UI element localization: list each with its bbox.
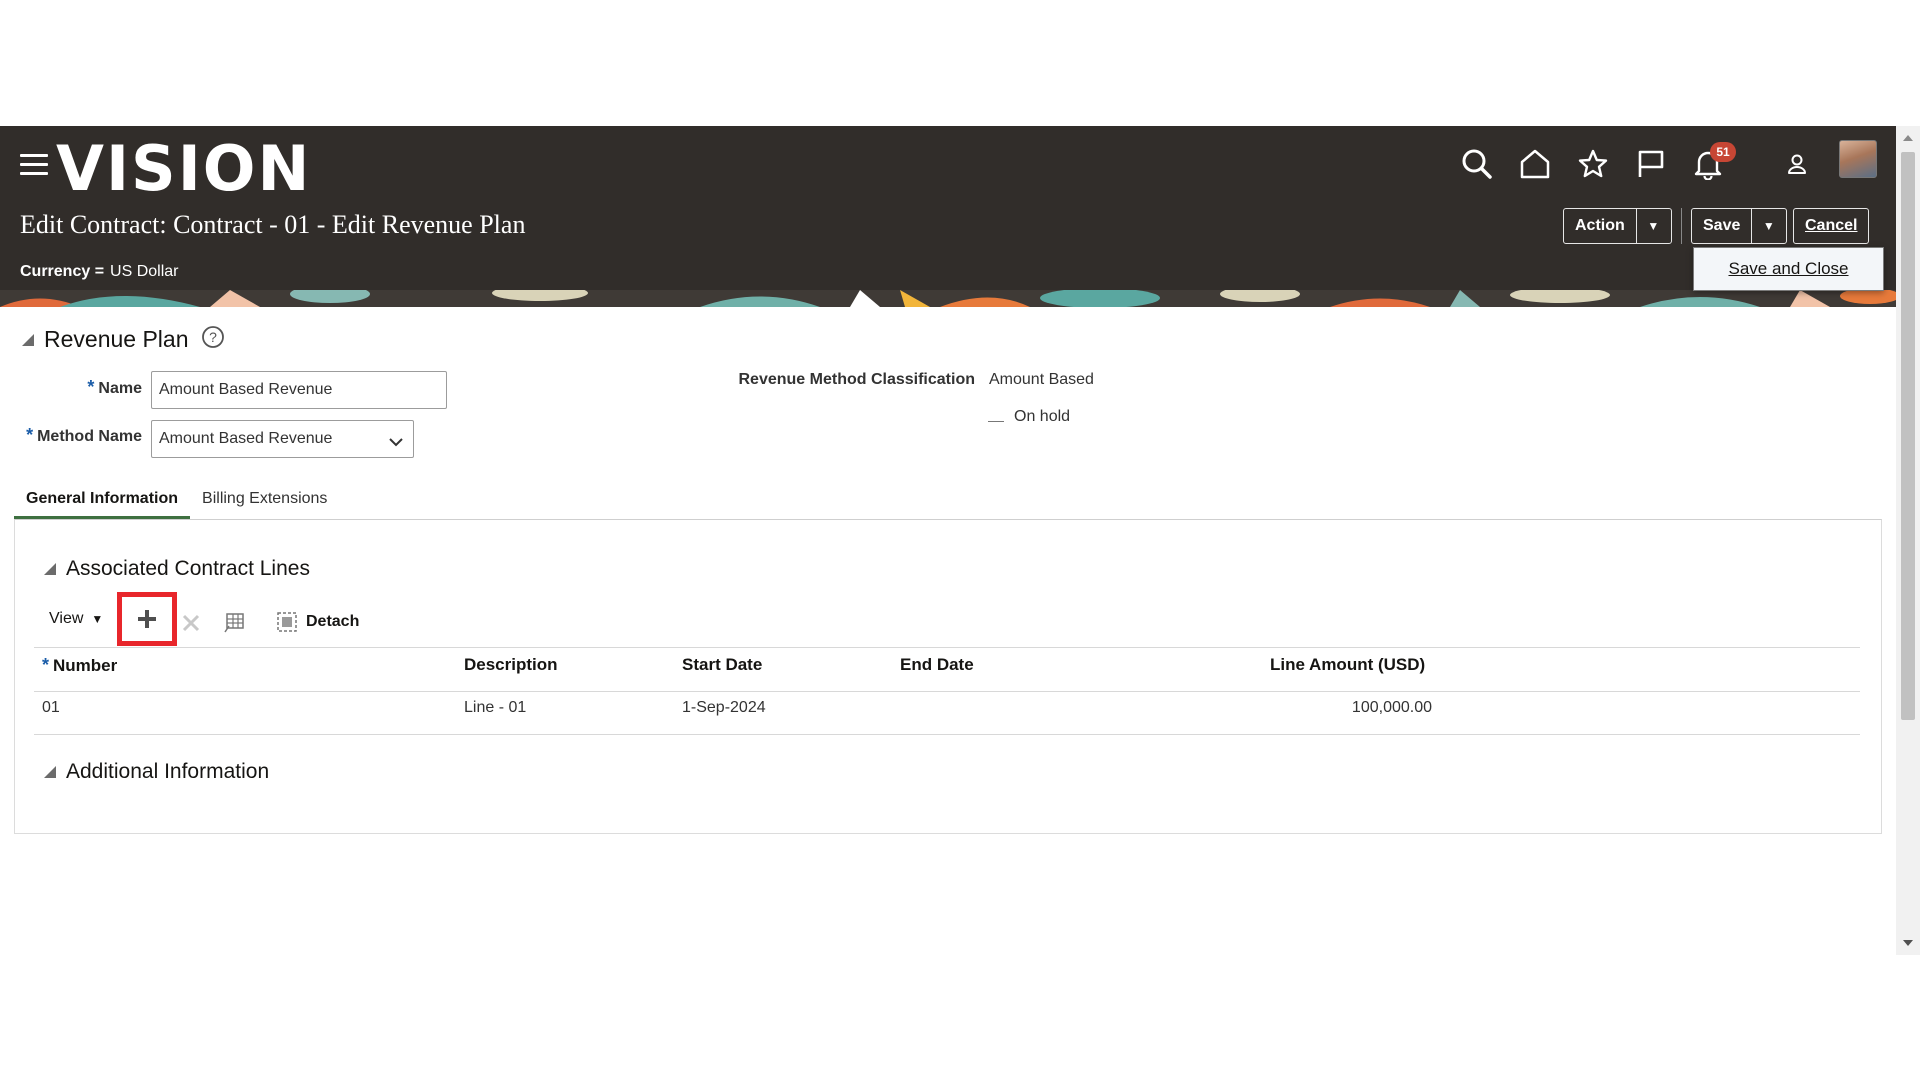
freeze-columns-button[interactable] (223, 612, 245, 634)
save-and-close-label: Save and Close (1728, 259, 1849, 278)
collapse-triangle-icon[interactable] (44, 766, 56, 778)
currency-value: US Dollar (110, 263, 179, 280)
plus-icon (138, 610, 156, 628)
help-icon[interactable]: ? (201, 325, 225, 354)
currency-info: Currency = US Dollar (20, 263, 179, 281)
classification-label: Revenue Method Classification (738, 371, 976, 388)
method-name-label: * Method Name (14, 425, 142, 446)
on-hold-label: On hold (1014, 408, 1071, 425)
empty-value-dash (988, 420, 1004, 422)
global-header: VISION 51 Edit Contract: Contract - 01 -… (0, 126, 1896, 307)
on-hold-field: On hold (988, 408, 1070, 426)
contract-lines-title: Associated Contract Lines (66, 557, 310, 580)
row-number-cell[interactable]: 01 (42, 699, 60, 717)
revenue-plan-title: Revenue Plan (44, 326, 189, 352)
contract-lines-header[interactable]: Associated Contract Lines (44, 557, 310, 581)
column-header-end-date[interactable]: End Date (900, 655, 974, 675)
close-icon (182, 614, 200, 632)
additional-info-title: Additional Information (66, 760, 270, 783)
revenue-plan-header[interactable]: Revenue Plan ? (22, 325, 225, 354)
method-name-label-text: Method Name (37, 428, 142, 445)
notification-count-badge: 51 (1710, 142, 1736, 162)
scrollbar-thumb[interactable] (1901, 152, 1915, 720)
column-header-number[interactable]: * Number (42, 655, 117, 676)
decorative-banner (0, 290, 1896, 307)
home-icon[interactable] (1515, 144, 1555, 184)
action-button-label: Action (1575, 217, 1625, 234)
name-label: * Name (60, 377, 142, 398)
row-description-cell[interactable]: Line - 01 (464, 699, 526, 717)
save-button[interactable]: Save ▼ (1691, 208, 1787, 244)
name-label-text: Name (98, 380, 142, 397)
method-name-value: Amount Based Revenue (159, 430, 333, 447)
detach-icon (277, 612, 297, 632)
additional-info-header[interactable]: Additional Information (44, 760, 269, 784)
view-menu-label: View (49, 610, 84, 627)
column-header-line-amount[interactable]: Line Amount (USD) (1270, 655, 1425, 675)
row-start-date-cell[interactable]: 1-Sep-2024 (682, 699, 766, 717)
add-row-button[interactable] (117, 592, 177, 646)
collapse-triangle-icon[interactable] (44, 563, 56, 575)
column-number-label: Number (53, 656, 118, 675)
app-window: VISION 51 Edit Contract: Contract - 01 -… (0, 126, 1896, 955)
action-dropdown-icon[interactable]: ▼ (1635, 209, 1670, 243)
method-name-select[interactable]: Amount Based Revenue (151, 420, 414, 458)
menu-icon[interactable] (20, 154, 48, 176)
required-asterisk: * (26, 425, 34, 445)
view-dropdown-icon: ▼ (91, 612, 104, 626)
column-header-description[interactable]: Description (464, 655, 558, 675)
scroll-down-icon[interactable] (1902, 939, 1914, 947)
page-scrollbar[interactable] (1896, 126, 1920, 955)
delete-row-button[interactable] (182, 614, 200, 632)
save-button-label: Save (1703, 217, 1741, 234)
tab-billing-extensions[interactable]: Billing Extensions (190, 480, 339, 520)
detach-button[interactable]: Detach (276, 611, 359, 633)
table-row-border (34, 734, 1860, 735)
cancel-button-label: Cancel (1805, 217, 1858, 234)
detach-label: Detach (306, 613, 360, 630)
required-asterisk: * (42, 655, 50, 675)
column-header-start-date[interactable]: Start Date (682, 655, 762, 675)
page-title: Edit Contract: Contract - 01 - Edit Reve… (20, 210, 526, 239)
vision-logo: VISION (56, 132, 312, 205)
currency-label: Currency = (20, 263, 105, 280)
table-header-border (34, 691, 1860, 692)
tab-bar: General Information Billing Extensions (14, 480, 339, 520)
favorites-star-icon[interactable] (1573, 144, 1613, 184)
chevron-down-icon[interactable] (389, 434, 403, 452)
scroll-up-icon[interactable] (1902, 134, 1914, 142)
svg-text:?: ? (209, 329, 217, 345)
freeze-grid-icon (224, 613, 244, 633)
name-input[interactable]: Amount Based Revenue (151, 371, 447, 409)
toolbar-divider (1681, 208, 1682, 244)
name-input-value: Amount Based Revenue (159, 381, 333, 398)
collapse-triangle-icon[interactable] (22, 333, 34, 346)
user-icon[interactable] (1777, 144, 1817, 184)
save-dropdown-icon[interactable]: ▼ (1751, 209, 1785, 243)
row-amount-cell[interactable]: 100,000.00 (1250, 699, 1432, 717)
flag-icon[interactable] (1631, 144, 1671, 184)
classification-value: Amount Based (989, 371, 1094, 388)
cancel-button[interactable]: Cancel (1793, 208, 1869, 244)
avatar[interactable] (1839, 140, 1877, 178)
table-top-border (34, 647, 1860, 648)
required-asterisk: * (87, 377, 95, 397)
view-menu[interactable]: View ▼ (49, 610, 103, 628)
save-and-close-menu-item[interactable]: Save and Close (1693, 247, 1884, 291)
action-button[interactable]: Action ▼ (1563, 208, 1672, 244)
tab-general-information[interactable]: General Information (14, 480, 191, 520)
search-icon[interactable] (1457, 144, 1497, 184)
